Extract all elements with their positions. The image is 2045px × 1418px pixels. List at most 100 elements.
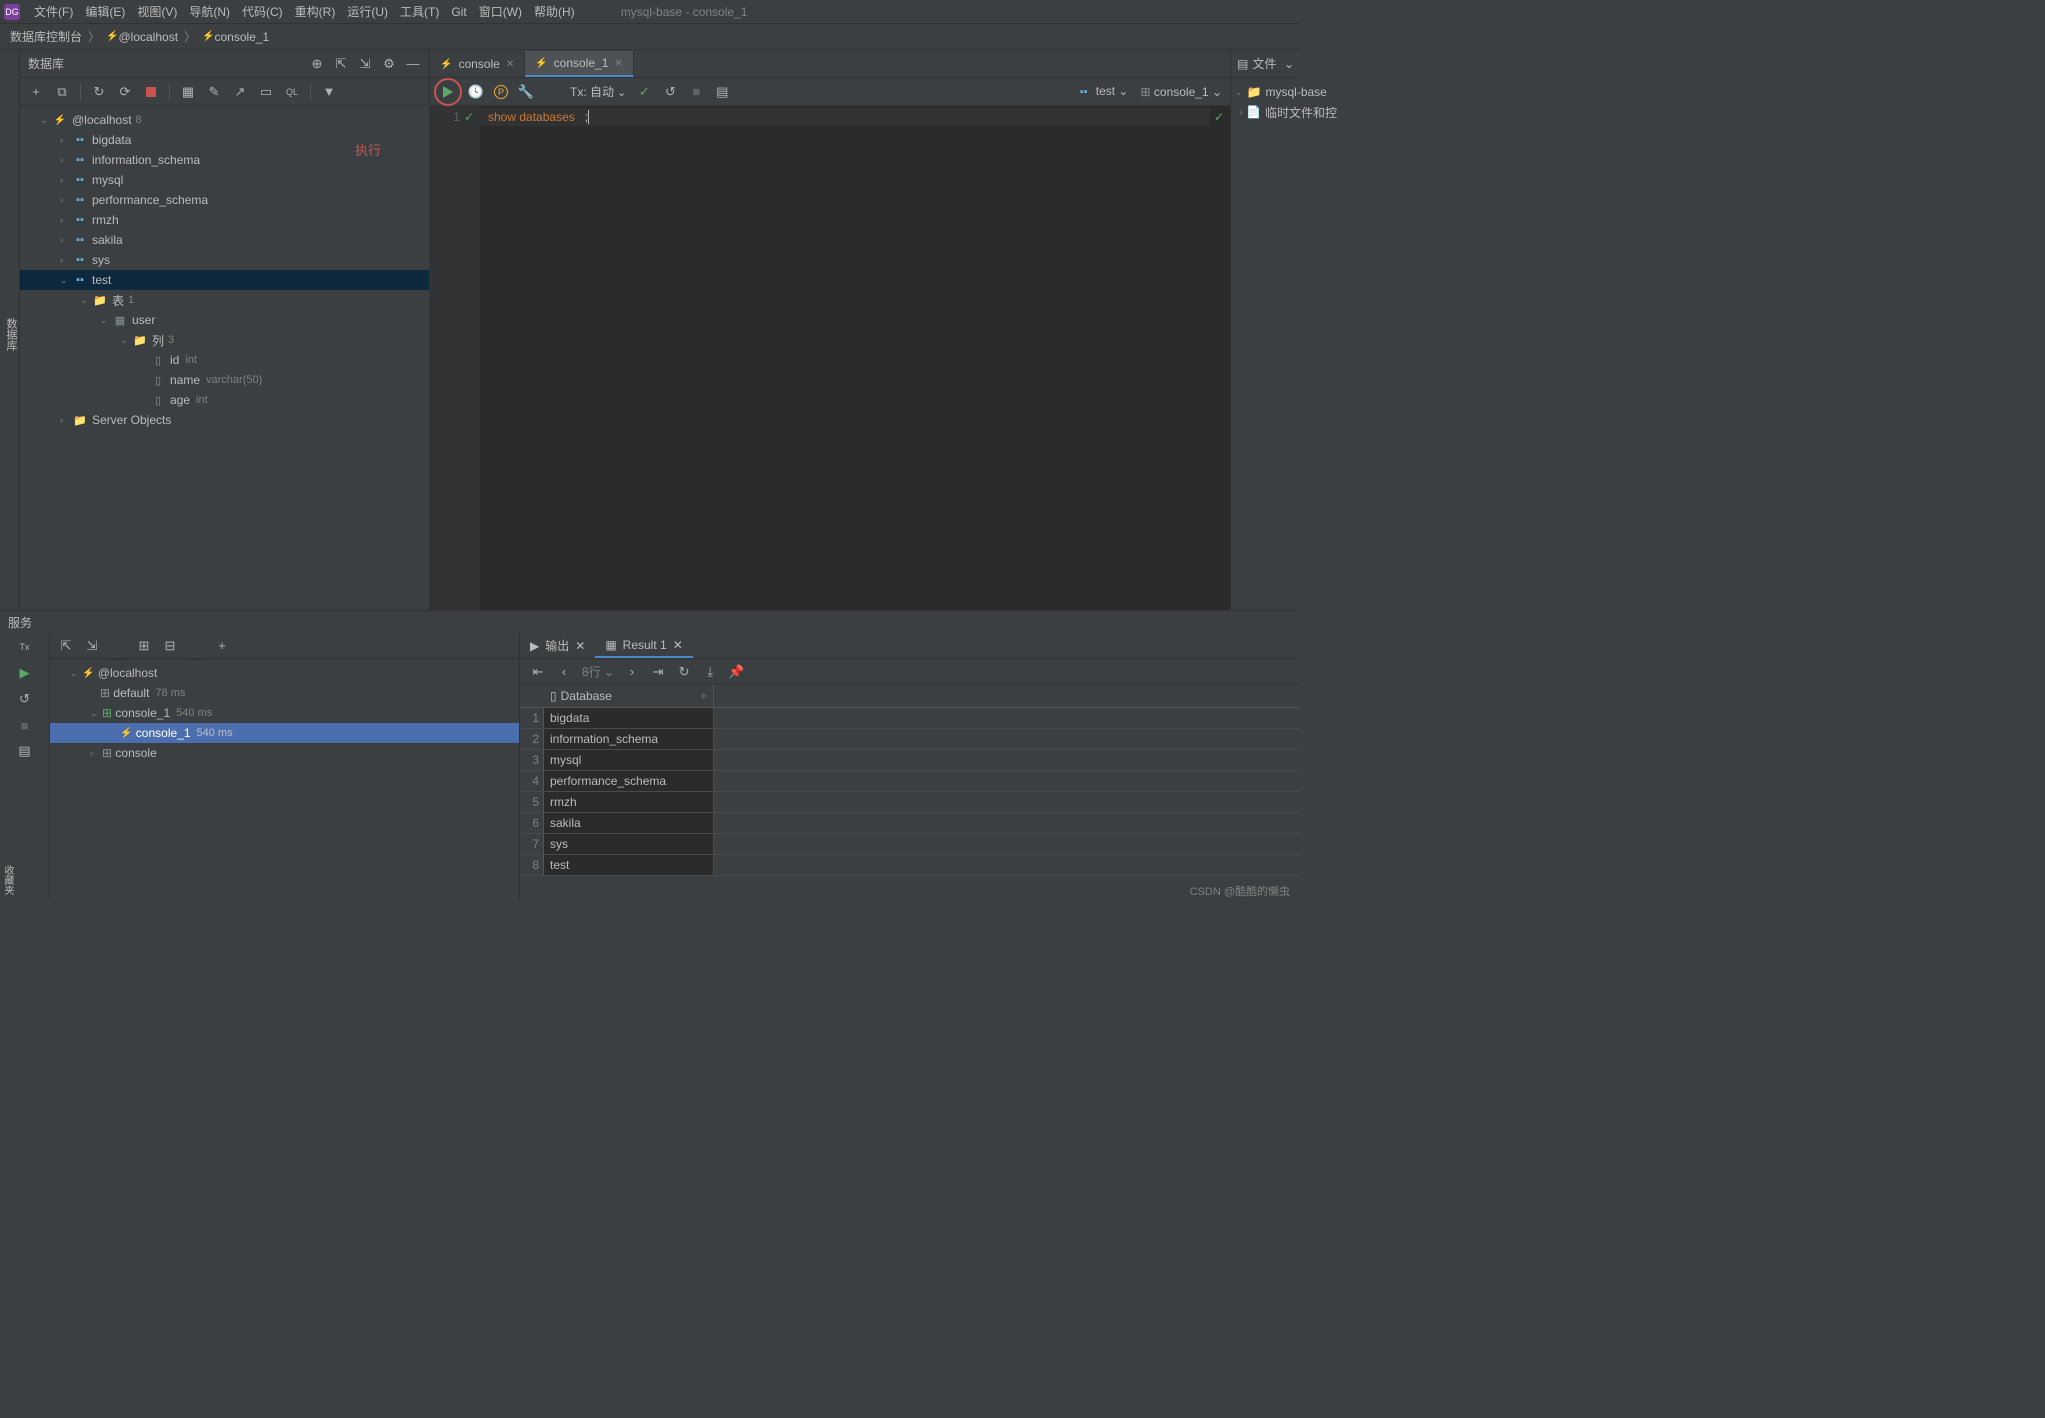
grid-row[interactable]: 6sakila bbox=[520, 813, 1300, 834]
cell-value[interactable]: information_schema bbox=[544, 729, 714, 749]
column-node[interactable]: ▯namevarchar(50) bbox=[20, 370, 429, 390]
column-header[interactable]: Database bbox=[561, 689, 612, 703]
menu-refactor[interactable]: 重构(R) bbox=[289, 3, 342, 20]
menu-code[interactable]: 代码(C) bbox=[236, 3, 289, 20]
grid-row[interactable]: 2information_schema bbox=[520, 729, 1300, 750]
schema-node[interactable]: ›▪▪sakila bbox=[20, 230, 429, 250]
cell-value[interactable]: bigdata bbox=[544, 708, 714, 728]
ddl-icon[interactable]: ▭ bbox=[258, 84, 274, 100]
stop-query-icon[interactable]: ■ bbox=[688, 84, 704, 100]
console-selector[interactable]: ⊞ console_1 ⌄ bbox=[1140, 85, 1222, 99]
cell-value[interactable]: sys bbox=[544, 834, 714, 854]
group-icon[interactable]: ⊞ bbox=[136, 638, 152, 654]
next-page-icon[interactable]: › bbox=[624, 664, 640, 680]
column-node[interactable]: ▯ageint bbox=[20, 390, 429, 410]
menu-help[interactable]: 帮助(H) bbox=[528, 3, 581, 20]
close-icon[interactable]: ✕ bbox=[614, 58, 622, 69]
menu-tools[interactable]: 工具(T) bbox=[394, 3, 445, 20]
prev-page-icon[interactable]: ‹ bbox=[556, 664, 572, 680]
svc-console1-run[interactable]: ⚡ console_1540 ms bbox=[50, 723, 519, 743]
explain-icon[interactable]: P bbox=[494, 85, 508, 99]
menu-file[interactable]: 文件(F) bbox=[28, 3, 79, 20]
sync-icon[interactable]: ⟳ bbox=[117, 84, 133, 100]
grid-row[interactable]: 4performance_schema bbox=[520, 771, 1300, 792]
schema-node[interactable]: ›▪▪rmzh bbox=[20, 210, 429, 230]
tables-group[interactable]: ⌄📁表1 bbox=[20, 290, 429, 310]
stop-icon[interactable] bbox=[143, 84, 159, 100]
collapse-all-icon[interactable]: ⇲ bbox=[84, 638, 100, 654]
tx-mode[interactable]: Tx: 自动 ⌄ bbox=[570, 83, 626, 100]
cell-value[interactable]: rmzh bbox=[544, 792, 714, 812]
grid-row[interactable]: 5rmzh bbox=[520, 792, 1300, 813]
expand-icon[interactable]: ⇱ bbox=[333, 56, 349, 72]
menu-git[interactable]: Git bbox=[445, 5, 472, 19]
settings-icon[interactable]: ⚙ bbox=[381, 56, 397, 72]
menu-view[interactable]: 视图(V) bbox=[131, 3, 183, 20]
schema-selector[interactable]: ▪▪test ⌄ bbox=[1076, 84, 1129, 99]
rollback-icon[interactable]: ↺ bbox=[662, 84, 678, 100]
diff-icon[interactable]: ▦ bbox=[180, 84, 196, 100]
grid-row[interactable]: 1bigdata bbox=[520, 708, 1300, 729]
close-icon[interactable]: ✕ bbox=[673, 638, 683, 652]
svc-host-node[interactable]: ⌄⚡ @localhost bbox=[50, 663, 519, 683]
pin-icon[interactable]: 📌 bbox=[728, 664, 744, 680]
refresh-icon[interactable]: ↻ bbox=[91, 84, 107, 100]
column-node[interactable]: ▯idint bbox=[20, 350, 429, 370]
export-icon[interactable]: ⤓ bbox=[702, 664, 718, 680]
commit-icon[interactable]: ✓ bbox=[636, 84, 652, 100]
result-tab[interactable]: ▦Result 1✕ bbox=[595, 634, 692, 658]
jump-icon[interactable]: ↗ bbox=[232, 84, 248, 100]
schema-node[interactable]: ›▪▪mysql bbox=[20, 170, 429, 190]
svc-console1-node[interactable]: ⌄⊞ console_1540 ms bbox=[50, 703, 519, 723]
database-tree[interactable]: ⌄⚡ @localhost 8 ›▪▪bigdata ›▪▪informatio… bbox=[20, 106, 429, 610]
crumb-host[interactable]: @localhost bbox=[118, 30, 178, 44]
tab-console[interactable]: ⚡console✕ bbox=[430, 51, 525, 77]
scratch-node[interactable]: ›📄临时文件和控 bbox=[1235, 102, 1296, 122]
rerun-icon[interactable]: ↺ bbox=[17, 691, 33, 707]
schema-node[interactable]: ›▪▪performance_schema bbox=[20, 190, 429, 210]
favorites-tab[interactable]: 收藏夹 bbox=[0, 865, 15, 895]
services-tree[interactable]: ⌄⚡ @localhost ⊞ default78 ms ⌄⊞ console_… bbox=[50, 659, 519, 900]
run-icon[interactable]: ▶ bbox=[17, 665, 33, 681]
first-page-icon[interactable]: ⇤ bbox=[530, 664, 546, 680]
svc-default-node[interactable]: ⊞ default78 ms bbox=[50, 683, 519, 703]
code-editor[interactable]: 1✓ show databases ; ✓ bbox=[430, 106, 1230, 610]
grid-row[interactable]: 3mysql bbox=[520, 750, 1300, 771]
result-grid[interactable]: ▯Database÷ 1bigdata2information_schema3m… bbox=[520, 685, 1300, 900]
grid-row[interactable]: 8test bbox=[520, 855, 1300, 876]
duplicate-icon[interactable]: ⧉ bbox=[54, 84, 70, 100]
row-count[interactable]: 8行 ⌄ bbox=[582, 663, 614, 680]
last-page-icon[interactable]: ⇥ bbox=[650, 664, 666, 680]
output-tab[interactable]: ▶输出✕ bbox=[520, 634, 595, 658]
run-button[interactable] bbox=[438, 82, 458, 102]
collapse-icon[interactable]: ⇲ bbox=[357, 56, 373, 72]
schema-node-selected[interactable]: ⌄▪▪test bbox=[20, 270, 429, 290]
filter-svc-icon[interactable]: ⊟ bbox=[162, 638, 178, 654]
menu-edit[interactable]: 编辑(E) bbox=[79, 3, 131, 20]
reload-icon[interactable]: ↻ bbox=[676, 664, 692, 680]
edit-icon[interactable]: ✎ bbox=[206, 84, 222, 100]
menu-run[interactable]: 运行(U) bbox=[341, 3, 394, 20]
crumb-root[interactable]: 数据库控制台 bbox=[10, 28, 82, 45]
schema-node[interactable]: ›▪▪bigdata bbox=[20, 130, 429, 150]
cell-value[interactable]: performance_schema bbox=[544, 771, 714, 791]
schema-node[interactable]: ›▪▪sys bbox=[20, 250, 429, 270]
table-node[interactable]: ⌄▦user bbox=[20, 310, 429, 330]
cell-value[interactable]: test bbox=[544, 855, 714, 875]
datasource-node[interactable]: ⌄⚡ @localhost 8 bbox=[20, 110, 429, 130]
database-tool-tab[interactable]: 数据库 bbox=[0, 50, 20, 610]
server-objects-node[interactable]: ›📁Server Objects bbox=[20, 410, 429, 430]
history-icon[interactable]: 🕓 bbox=[468, 84, 484, 100]
minimize-icon[interactable]: — bbox=[405, 56, 421, 72]
menu-navigate[interactable]: 导航(N) bbox=[183, 3, 236, 20]
schema-node[interactable]: ›▪▪information_schema bbox=[20, 150, 429, 170]
layout-svc-icon[interactable]: ▤ bbox=[17, 743, 33, 759]
tab-console-1[interactable]: ⚡console_1✕ bbox=[525, 51, 634, 77]
columns-group[interactable]: ⌄📁列3 bbox=[20, 330, 429, 350]
svc-console-node[interactable]: ›⊞ console bbox=[50, 743, 519, 763]
target-icon[interactable]: ⊕ bbox=[309, 56, 325, 72]
filter-icon[interactable]: ▼ bbox=[321, 84, 337, 100]
tx-icon[interactable]: Tx bbox=[17, 639, 33, 655]
menu-window[interactable]: 窗口(W) bbox=[473, 3, 528, 20]
close-icon[interactable]: ✕ bbox=[506, 59, 514, 70]
